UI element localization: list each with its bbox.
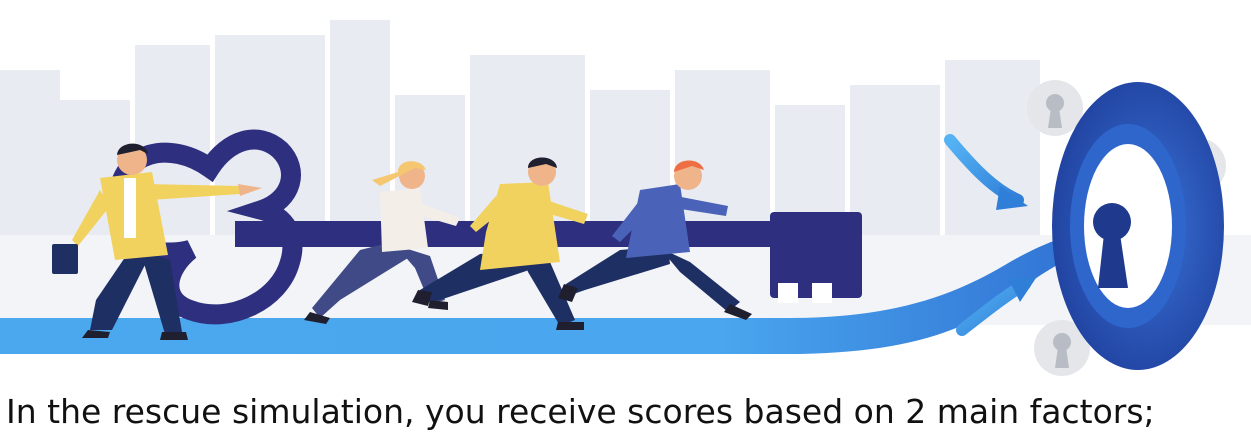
lock-icon	[1052, 82, 1224, 370]
caption-text: In the rescue simulation, you receive sc…	[6, 392, 1155, 431]
keyhole-badge-top	[1027, 80, 1083, 136]
illustration-scene	[0, 20, 1251, 376]
